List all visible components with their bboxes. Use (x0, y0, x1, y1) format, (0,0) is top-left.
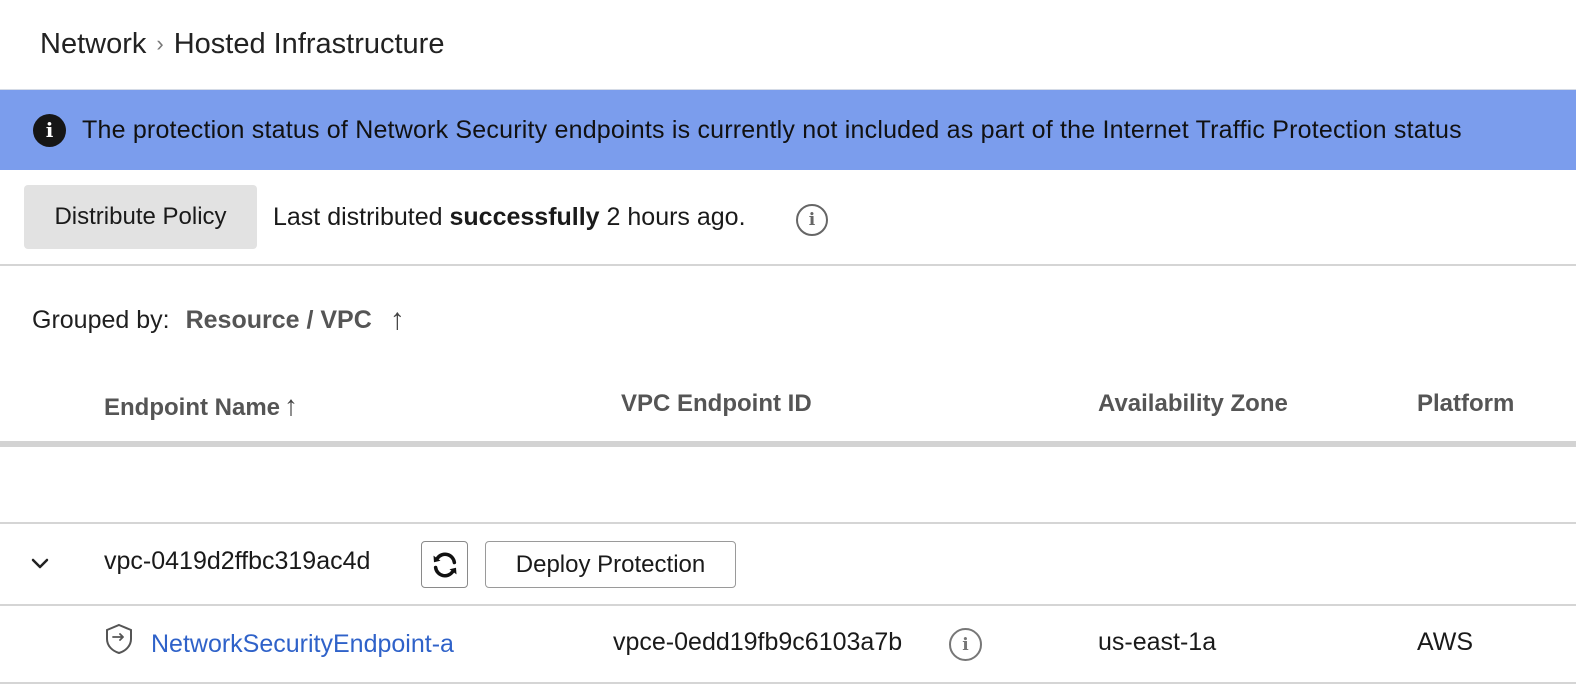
breadcrumb-separator: › (156, 31, 164, 56)
distribution-info-icon[interactable]: i (796, 204, 828, 236)
distribution-status: Last distributed successfully 2 hours ag… (273, 203, 746, 232)
breadcrumb-current: Hosted Infrastructure (173, 27, 445, 60)
platform: AWS (1417, 628, 1474, 656)
table-header: Endpoint Name ↑ VPC Endpoint ID Availabil… (0, 370, 1576, 447)
sort-arrow-up-icon: ↑ (284, 390, 299, 421)
info-banner: i The protection status of Network Secur… (0, 89, 1576, 170)
column-header-label: Endpoint Name (104, 394, 281, 421)
column-header-platform[interactable]: Platform (1417, 390, 1514, 418)
refresh-button[interactable] (421, 541, 468, 588)
table-spacer-row (0, 447, 1576, 524)
chevron-down-icon[interactable] (28, 551, 52, 575)
column-header-vpc-endpoint-id[interactable]: VPC Endpoint ID (621, 390, 812, 418)
grouped-by-label: Grouped by: (32, 305, 170, 334)
status-bold: successfully (449, 203, 600, 231)
table-row: NetworkSecurityEndpoint-a vpce-0edd19fb9… (0, 606, 1576, 684)
shield-icon (106, 623, 132, 655)
info-icon: i (33, 113, 66, 147)
grouped-by: Grouped by: Resource / VPC ↑ (32, 300, 405, 340)
status-suffix: 2 hours ago. (599, 203, 746, 231)
endpoint-name-link[interactable]: NetworkSecurityEndpoint-a (151, 630, 454, 659)
vpc-id: vpc-0419d2ffbc319ac4d (104, 547, 371, 575)
deploy-protection-button[interactable]: Deploy Protection (485, 541, 736, 588)
column-header-endpoint-name[interactable]: Endpoint Name ↑ (104, 390, 298, 422)
distribution-toolbar: Distribute Policy Last distributed succe… (0, 170, 1576, 266)
breadcrumb: Network › Hosted Infrastructure (40, 24, 444, 64)
grouped-by-value[interactable]: Resource / VPC (186, 306, 372, 335)
column-header-availability-zone[interactable]: Availability Zone (1098, 390, 1288, 418)
status-prefix: Last distributed (273, 203, 450, 231)
availability-zone: us-east-1a (1098, 628, 1217, 656)
arrow-up-icon[interactable]: ↑ (390, 303, 405, 337)
distribute-policy-button[interactable]: Distribute Policy (24, 185, 257, 249)
banner-text: The protection status of Network Securit… (82, 115, 1462, 144)
vpc-group-row: vpc-0419d2ffbc319ac4d Deploy Protection (0, 524, 1576, 606)
vpce-info-icon[interactable]: i (949, 628, 982, 661)
refresh-icon (433, 552, 456, 577)
breadcrumb-parent[interactable]: Network (40, 28, 146, 61)
vpc-endpoint-id: vpce-0edd19fb9c6103a7b (613, 628, 903, 656)
